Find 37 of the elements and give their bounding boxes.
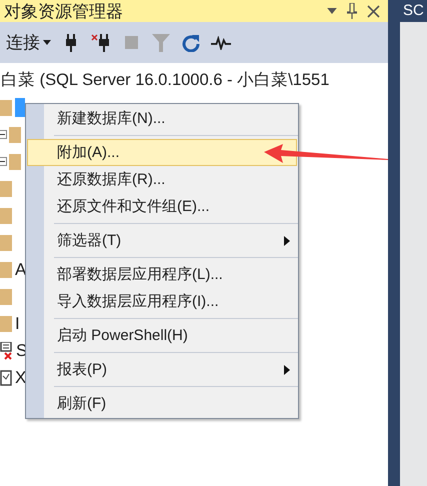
folder-icon	[0, 288, 12, 304]
expand-icon[interactable]	[0, 130, 7, 139]
caret-icon	[43, 40, 51, 45]
folder-icon	[0, 208, 12, 224]
submenu-arrow-icon	[284, 236, 290, 246]
menu-item[interactable]: 导入数据层应用程序(I)...	[27, 288, 297, 315]
folder-icon	[0, 262, 12, 278]
expand-icon[interactable]	[0, 157, 7, 166]
disconnect-button[interactable]	[91, 32, 111, 52]
menu-item[interactable]: 还原文件和文件组(E)...	[27, 193, 297, 220]
pin-icon[interactable]	[347, 3, 357, 19]
dropdown-icon[interactable]	[327, 8, 337, 14]
connect-button[interactable]: 连接	[6, 31, 51, 54]
agent-icon	[0, 342, 13, 360]
menu-item[interactable]: 部署数据层应用程序(L)...	[27, 261, 297, 288]
submenu-arrow-icon	[284, 364, 290, 374]
server-node[interactable]: 白菜 (SQL Server 16.0.1000.6 - 小白菜\1551	[1, 67, 388, 94]
folder-icon	[0, 316, 12, 332]
menu-item[interactable]: 报表(P)	[27, 356, 297, 383]
menu-item[interactable]: 筛选器(T)	[27, 227, 297, 254]
folder-icon	[9, 126, 21, 142]
tree-node[interactable]: A	[14, 260, 28, 280]
folder-icon	[0, 100, 12, 116]
folder-icon	[0, 234, 12, 250]
refresh-button[interactable]	[181, 32, 201, 52]
menu-item[interactable]: 附加(A)...	[27, 139, 297, 166]
selection-highlight	[15, 98, 25, 117]
menu-item[interactable]: 启动 PowerShell(H)	[27, 322, 297, 349]
close-icon[interactable]	[367, 4, 380, 18]
folder-icon	[0, 180, 12, 196]
panel-title: 对象资源管理器	[4, 0, 124, 22]
tree-node[interactable]: I	[14, 314, 21, 334]
menu-item[interactable]: 新建数据库(N)...	[27, 105, 297, 132]
folder-icon	[9, 154, 21, 170]
menu-item[interactable]: 刷新(F)	[27, 390, 297, 417]
menu-item[interactable]: 还原数据库(R)...	[27, 166, 297, 193]
tree-node[interactable]: X	[14, 368, 28, 388]
